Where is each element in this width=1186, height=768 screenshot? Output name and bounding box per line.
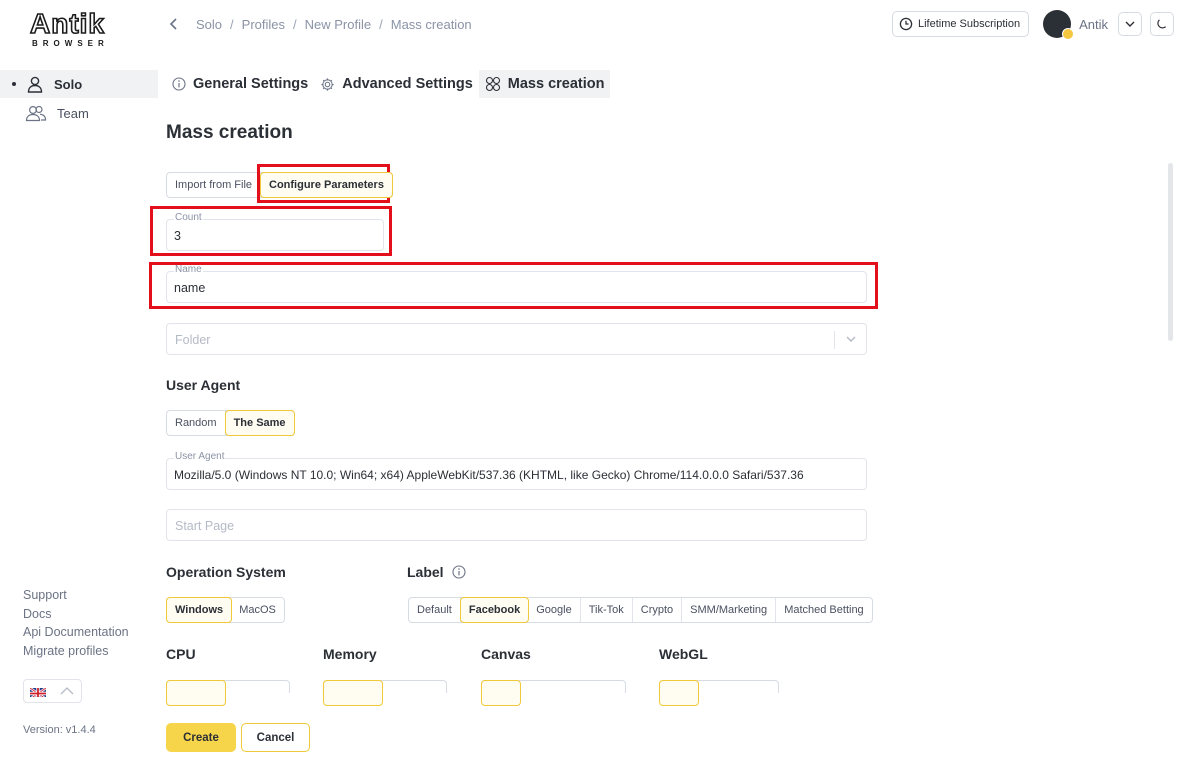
label-facebook-option[interactable]: Facebook — [459, 597, 530, 623]
breadcrumb: Solo / Profiles / New Profile / Mass cre… — [166, 15, 472, 33]
label-smm-marketing-option[interactable]: SMM/Marketing — [682, 598, 777, 622]
uk-flag-icon — [30, 686, 46, 697]
create-button[interactable]: Create — [166, 723, 236, 752]
settings-tabs: General Settings Advanced Settings Mass … — [166, 70, 611, 98]
docs-link[interactable]: Docs — [23, 605, 129, 624]
tab-label: Mass creation — [507, 76, 605, 92]
label-crypto-option[interactable]: Crypto — [633, 598, 683, 622]
operation-system-title: Operation System — [166, 564, 286, 580]
user-agent-mode-switch: Random The Same — [166, 410, 295, 436]
subscription-label: Lifetime Subscription — [917, 18, 1021, 30]
sidebar-item-team[interactable]: Team — [0, 99, 158, 127]
support-link[interactable]: Support — [23, 586, 129, 605]
api-documentation-link[interactable]: Api Documentation — [23, 623, 129, 642]
info-icon[interactable] — [452, 565, 466, 579]
theme-toggle-button[interactable] — [1150, 12, 1174, 36]
chevron-up-icon — [60, 687, 74, 695]
grid-icon — [485, 76, 500, 92]
username[interactable]: Antik — [1079, 17, 1108, 32]
tab-general-settings[interactable]: General Settings — [166, 70, 314, 98]
clock-icon — [899, 17, 913, 31]
start-page-placeholder: Start Page — [175, 519, 235, 533]
breadcrumb-solo[interactable]: Solo — [196, 17, 222, 32]
breadcrumb-separator: / — [379, 16, 383, 32]
webgl-title: WebGL — [659, 646, 708, 662]
account-menu-button[interactable] — [1118, 12, 1142, 36]
breadcrumb-separator: / — [230, 16, 234, 32]
user-icon — [25, 74, 45, 94]
user-agent-field[interactable]: User Agent Mozilla/5.0 (Windows NT 10.0;… — [166, 451, 867, 490]
label-title: Label — [407, 564, 444, 580]
folder-placeholder: Folder — [175, 333, 211, 347]
canvas-option-selected[interactable] — [481, 680, 521, 706]
tab-label: General Settings — [193, 76, 309, 92]
antik-browser-logo[interactable]: Antik BROWSER — [22, 6, 132, 50]
label-matched-betting-option[interactable]: Matched Betting — [776, 598, 872, 622]
svg-text:BROWSER: BROWSER — [32, 39, 109, 48]
info-icon — [172, 77, 186, 91]
tab-label: Advanced Settings — [342, 76, 473, 92]
scrollbar-thumb[interactable] — [1168, 163, 1173, 341]
memory-option-selected[interactable] — [323, 680, 383, 706]
label-default-option[interactable]: Default — [409, 598, 461, 622]
sidebar-item-solo[interactable]: Solo — [0, 70, 158, 98]
gear-icon — [321, 77, 334, 91]
svg-text:Antik: Antik — [30, 8, 105, 39]
page-title: Mass creation — [166, 122, 293, 143]
folder-select[interactable]: Folder — [166, 323, 867, 355]
sidebar-footer-links: Support Docs Api Documentation Migrate p… — [23, 586, 129, 660]
select-divider — [834, 331, 835, 349]
mass-creation-mode-switch: Import from File Configure Parameters — [166, 172, 393, 198]
webgl-option-selected[interactable] — [659, 680, 699, 706]
premium-star-icon — [1062, 28, 1075, 40]
random-option[interactable]: Random — [167, 411, 226, 435]
tab-advanced-settings[interactable]: Advanced Settings — [314, 70, 479, 98]
import-from-file-option[interactable]: Import from File — [167, 173, 262, 197]
breadcrumb-separator: / — [293, 16, 297, 32]
chevron-down-icon — [1125, 21, 1135, 27]
cpu-option-selected[interactable] — [166, 680, 226, 706]
canvas-title: Canvas — [481, 646, 531, 662]
annotation-box-name — [149, 262, 878, 309]
os-switch: Windows MacOS — [166, 597, 285, 623]
back-arrow-icon[interactable] — [166, 16, 182, 32]
chevron-down-icon — [846, 336, 856, 342]
breadcrumb-new-profile[interactable]: New Profile — [305, 17, 371, 32]
annotation-box-count — [150, 206, 392, 256]
avatar[interactable] — [1043, 10, 1075, 40]
label-tiktok-option[interactable]: Tik-Tok — [581, 598, 633, 622]
label-switch: Default Facebook Google Tik-Tok Crypto S… — [408, 597, 873, 623]
version-label: Version: v1.4.4 — [23, 724, 96, 736]
memory-title: Memory — [323, 646, 377, 662]
tab-mass-creation[interactable]: Mass creation — [478, 70, 611, 98]
user-agent-title: User Agent — [166, 377, 241, 393]
user-agent-value: Mozilla/5.0 (Windows NT 10.0; Win64; x64… — [174, 468, 804, 482]
start-page-field[interactable]: Start Page — [166, 509, 867, 541]
moon-icon — [1157, 19, 1167, 29]
the-same-option[interactable]: The Same — [224, 410, 295, 436]
breadcrumb-profiles[interactable]: Profiles — [242, 17, 285, 32]
lifetime-subscription-button[interactable]: Lifetime Subscription — [891, 11, 1030, 37]
cancel-button[interactable]: Cancel — [241, 723, 310, 752]
top-right-controls: Lifetime Subscription Antik — [891, 10, 1174, 40]
team-icon — [24, 103, 48, 123]
language-selector[interactable] — [23, 679, 82, 703]
sidebar-item-label: Team — [57, 105, 89, 121]
sidebar-item-label: Solo — [54, 76, 83, 92]
configure-parameters-option[interactable]: Configure Parameters — [260, 172, 393, 198]
migrate-profiles-link[interactable]: Migrate profiles — [23, 642, 129, 661]
label-title-row: Label — [407, 564, 466, 580]
breadcrumb-mass-creation: Mass creation — [390, 16, 472, 32]
label-google-option[interactable]: Google — [528, 598, 581, 622]
active-dot — [12, 82, 16, 86]
macos-option[interactable]: MacOS — [231, 598, 284, 622]
cpu-title: CPU — [166, 646, 196, 662]
user-agent-label: User Agent — [174, 451, 226, 462]
windows-option[interactable]: Windows — [166, 597, 233, 623]
